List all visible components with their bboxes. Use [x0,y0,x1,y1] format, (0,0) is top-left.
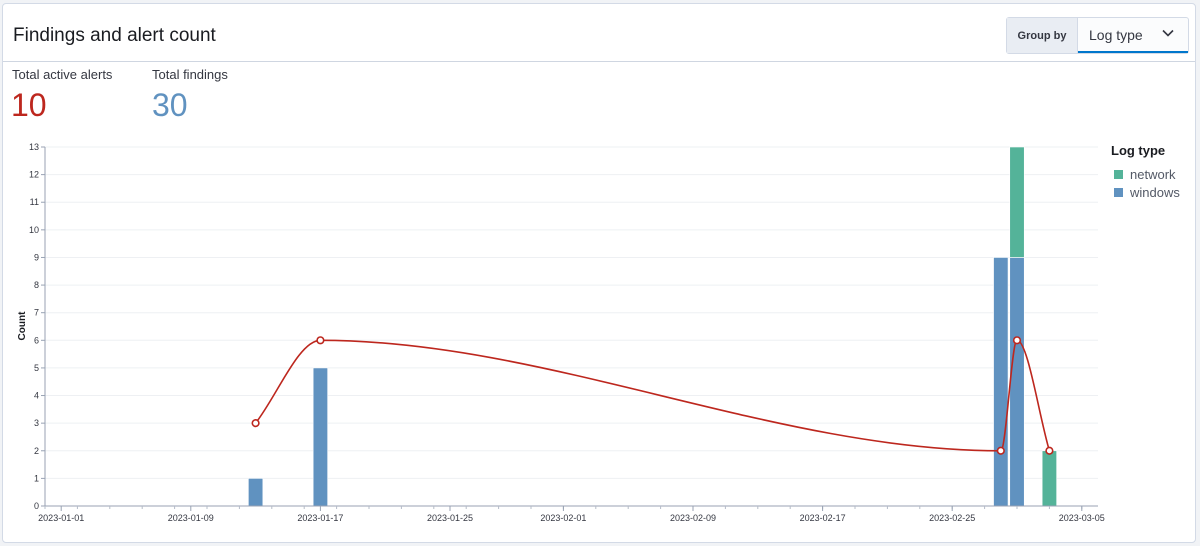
legend-label-windows: windows [1130,185,1180,200]
y-axis-label: Count [17,311,28,341]
x-tick-label: 2023-02-09 [670,513,716,523]
legend-title: Log type [1111,143,1166,158]
x-tick-label: 2023-02-17 [800,513,846,523]
y-tick-label: 3 [34,418,39,428]
x-tick-label: 2023-01-01 [38,513,84,523]
legend-item-windows[interactable]: windows [1114,185,1180,200]
alert-point [1012,336,1022,345]
x-tick-label: 2023-03-05 [1059,513,1105,523]
alert-point [996,446,1005,455]
y-tick-label: 1 [34,473,39,483]
bar-windows [312,367,328,507]
bars [248,146,1057,507]
axes: 0123456789101112132023-01-01 2023-01-09 20… [29,142,1105,523]
x-tick-label: 2023-01-25 [427,513,473,523]
legend-swatch-windows [1114,188,1123,197]
legend-swatch-network [1114,170,1123,179]
y-tick-label: 6 [34,335,39,345]
x-tick-label: 2023-02-01 [540,513,586,523]
bar-windows [248,478,264,507]
y-tick-label: 12 [29,170,39,180]
alert-point [316,336,325,345]
y-tick-label: 7 [34,308,39,318]
legend-label-network: network [1130,167,1176,182]
x-tick-label: 2023-01-17 [297,513,343,523]
findings-chart: 0123456789101112132023-01-01 2023-01-09 20… [17,142,1105,523]
grid [45,146,1098,479]
y-tick-label: 13 [29,142,39,152]
y-tick-label: 4 [34,391,39,401]
y-tick-label: 11 [30,197,39,207]
y-tick-label: 10 [29,225,39,235]
x-tick-label: 2023-01-09 [168,513,214,523]
y-tick-label: 9 [34,252,39,262]
bar-windows [993,257,1009,507]
alert-point [1045,446,1054,455]
bar-network [1041,450,1057,507]
y-tick-label: 2 [34,446,39,456]
bar-network [1009,146,1025,258]
y-tick-label: 5 [34,363,39,373]
y-tick-label: 0 [34,501,39,511]
bar-windows [1009,257,1025,507]
alert-point [251,419,260,428]
y-tick-label: 8 [34,280,39,290]
x-tick-label: 2023-02-25 [929,513,975,523]
legend-item-network[interactable]: network [1114,167,1176,182]
